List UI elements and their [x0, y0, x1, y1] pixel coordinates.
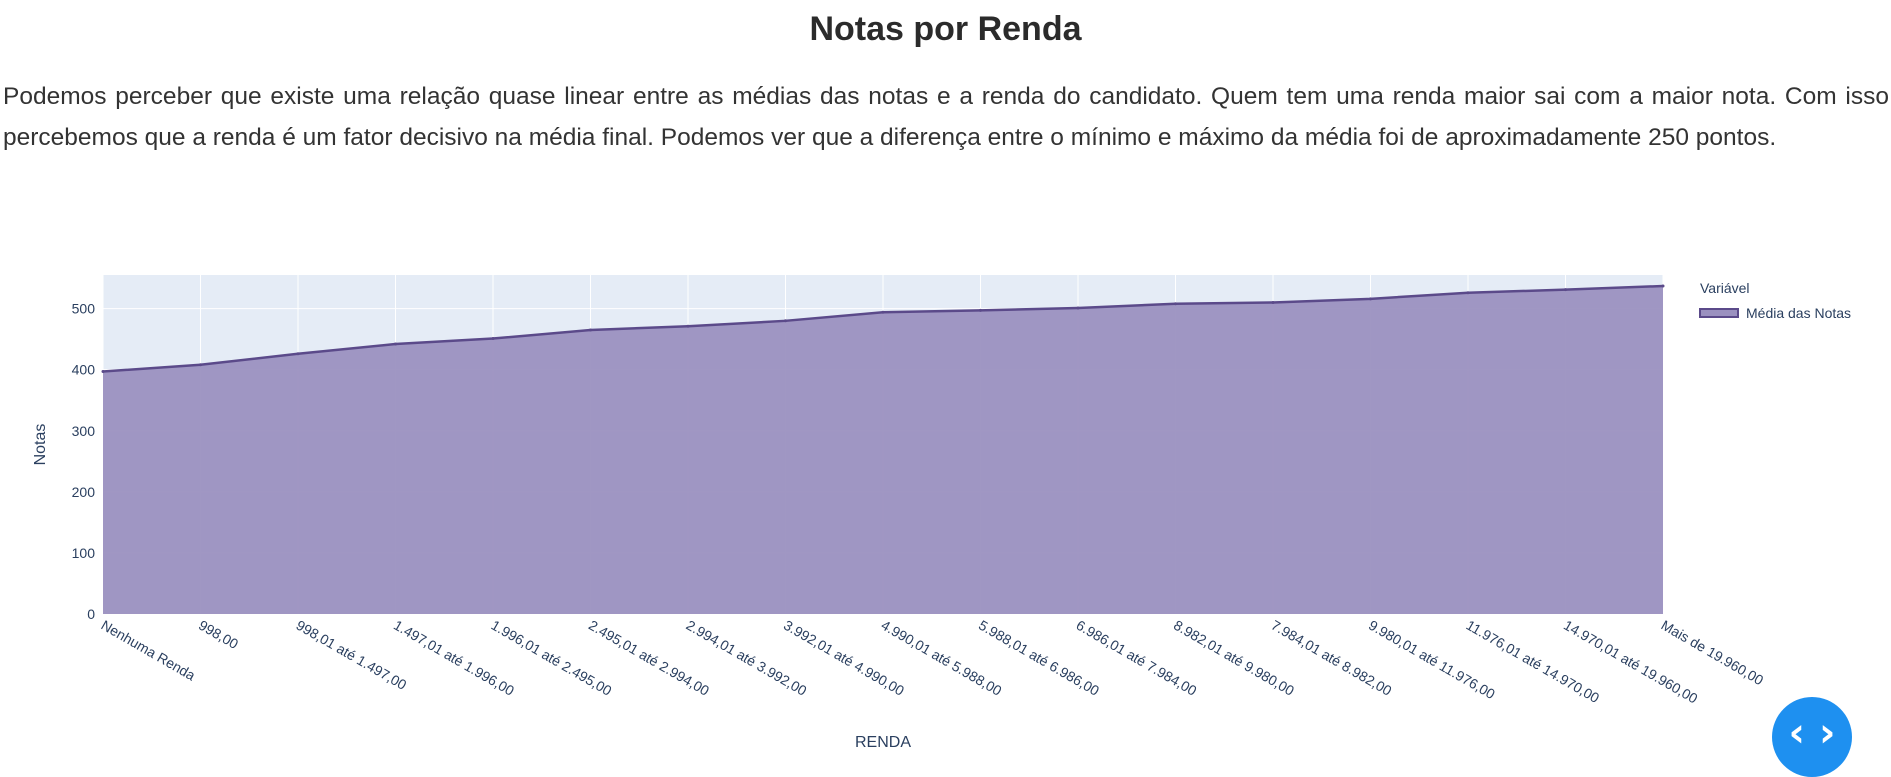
data-point: [784, 319, 787, 323]
x-axis-title: RENDA: [855, 734, 911, 751]
data-point: [1369, 297, 1372, 301]
data-point: [101, 370, 105, 374]
y-tick-label: 400: [72, 362, 96, 378]
data-point: [491, 337, 495, 341]
data-point: [686, 324, 690, 328]
legend-title: Variável: [1700, 280, 1750, 296]
y-tick-label: 0: [87, 606, 95, 622]
code-nav-button[interactable]: ‹ ›: [1772, 697, 1852, 777]
y-tick-label: 500: [72, 301, 96, 317]
page-title: Notas por Renda: [809, 10, 1082, 48]
data-point: [199, 363, 202, 367]
y-axis-title: Notas: [32, 424, 49, 466]
x-tick-label: Nenhuma Renda: [99, 617, 199, 684]
legend-swatch: [1699, 308, 1739, 318]
data-point: [1076, 306, 1080, 310]
data-point: [881, 310, 885, 314]
y-tick-label: 100: [72, 545, 96, 561]
area-chart: 0100200300400500Nenhuma Renda998,00 998,0…: [32, 275, 1851, 751]
intro-paragraph: Podemos perceber que existe uma relação …: [3, 83, 1889, 151]
data-point: [1466, 291, 1470, 295]
code-icon: ‹ ›: [1788, 710, 1836, 756]
data-point: [1661, 284, 1665, 288]
y-tick-label: 200: [72, 484, 96, 500]
x-tick-label: 998,00: [196, 617, 241, 652]
data-point: [296, 352, 300, 356]
y-tick-label: 300: [72, 423, 96, 439]
data-point: [1174, 302, 1177, 306]
data-point: [1564, 288, 1567, 292]
data-point: [1271, 300, 1275, 304]
data-point: [589, 328, 592, 332]
legend-entry: Média das Notas: [1746, 305, 1851, 321]
data-point: [394, 342, 397, 346]
data-point: [979, 308, 982, 312]
